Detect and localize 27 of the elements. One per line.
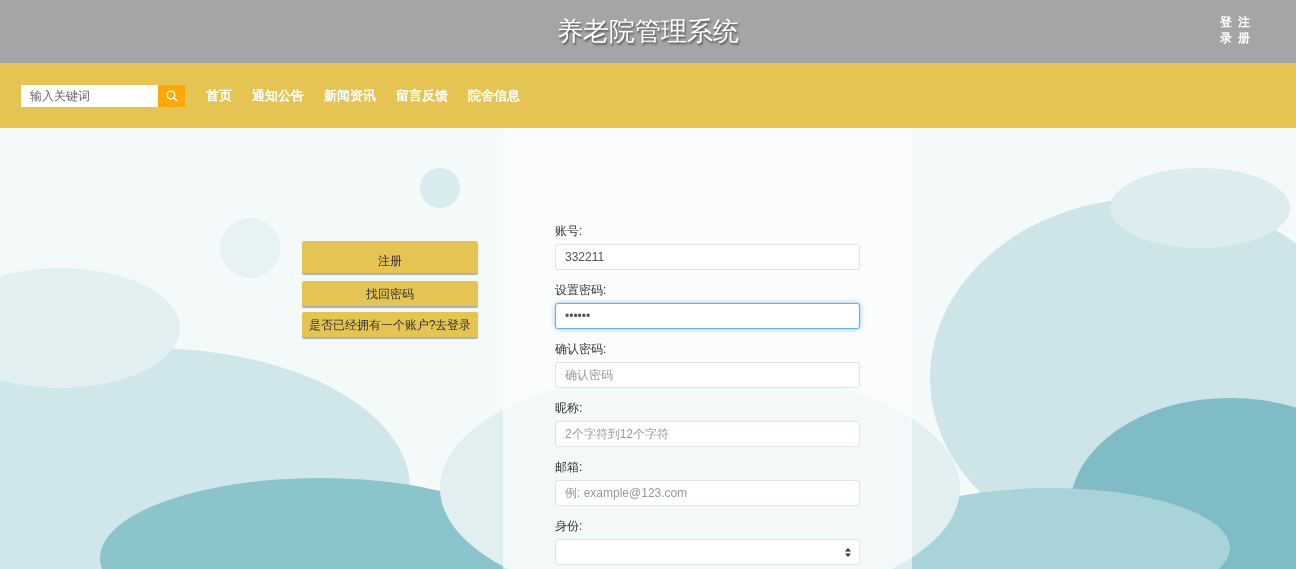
- input-field[interactable]: 确认密码: [555, 362, 860, 388]
- field-label: 邮箱:: [555, 460, 584, 476]
- site-title: 养老院管理系统: [557, 15, 739, 48]
- input-field[interactable]: ••••••: [555, 303, 860, 329]
- header-link[interactable]: 注册: [1238, 14, 1250, 47]
- input-field[interactable]: 2个字符到12个字符: [555, 421, 860, 447]
- dropdown-icon: [845, 547, 851, 557]
- search-field[interactable]: 输入关键词: [21, 84, 158, 107]
- field-label: 身份:: [555, 519, 584, 535]
- field-label: 确认密码:: [555, 342, 608, 358]
- side-button[interactable]: 找回密码: [302, 281, 478, 306]
- field-label: 设置密码:: [555, 283, 608, 299]
- nav-link[interactable]: 首页: [206, 85, 232, 106]
- nav-link[interactable]: 新闻资讯: [324, 85, 376, 106]
- input-field[interactable]: 332211: [555, 244, 860, 270]
- input-field[interactable]: 例: example@123.com: [555, 480, 860, 506]
- search-button[interactable]: [158, 84, 185, 107]
- nav-link[interactable]: 留言反馈: [396, 85, 448, 106]
- nav-link[interactable]: 通知公告: [252, 85, 304, 106]
- field-label: 昵称:: [555, 401, 584, 417]
- side-button[interactable]: 是否已经拥有一个账户?去登录: [302, 312, 478, 337]
- select-field[interactable]: [555, 539, 860, 565]
- nav-link[interactable]: 院舍信息: [468, 85, 520, 106]
- side-button[interactable]: 注册: [302, 241, 478, 273]
- field-label: 账号:: [555, 224, 584, 240]
- search-icon: [165, 89, 178, 102]
- header-link[interactable]: 登录: [1220, 14, 1232, 47]
